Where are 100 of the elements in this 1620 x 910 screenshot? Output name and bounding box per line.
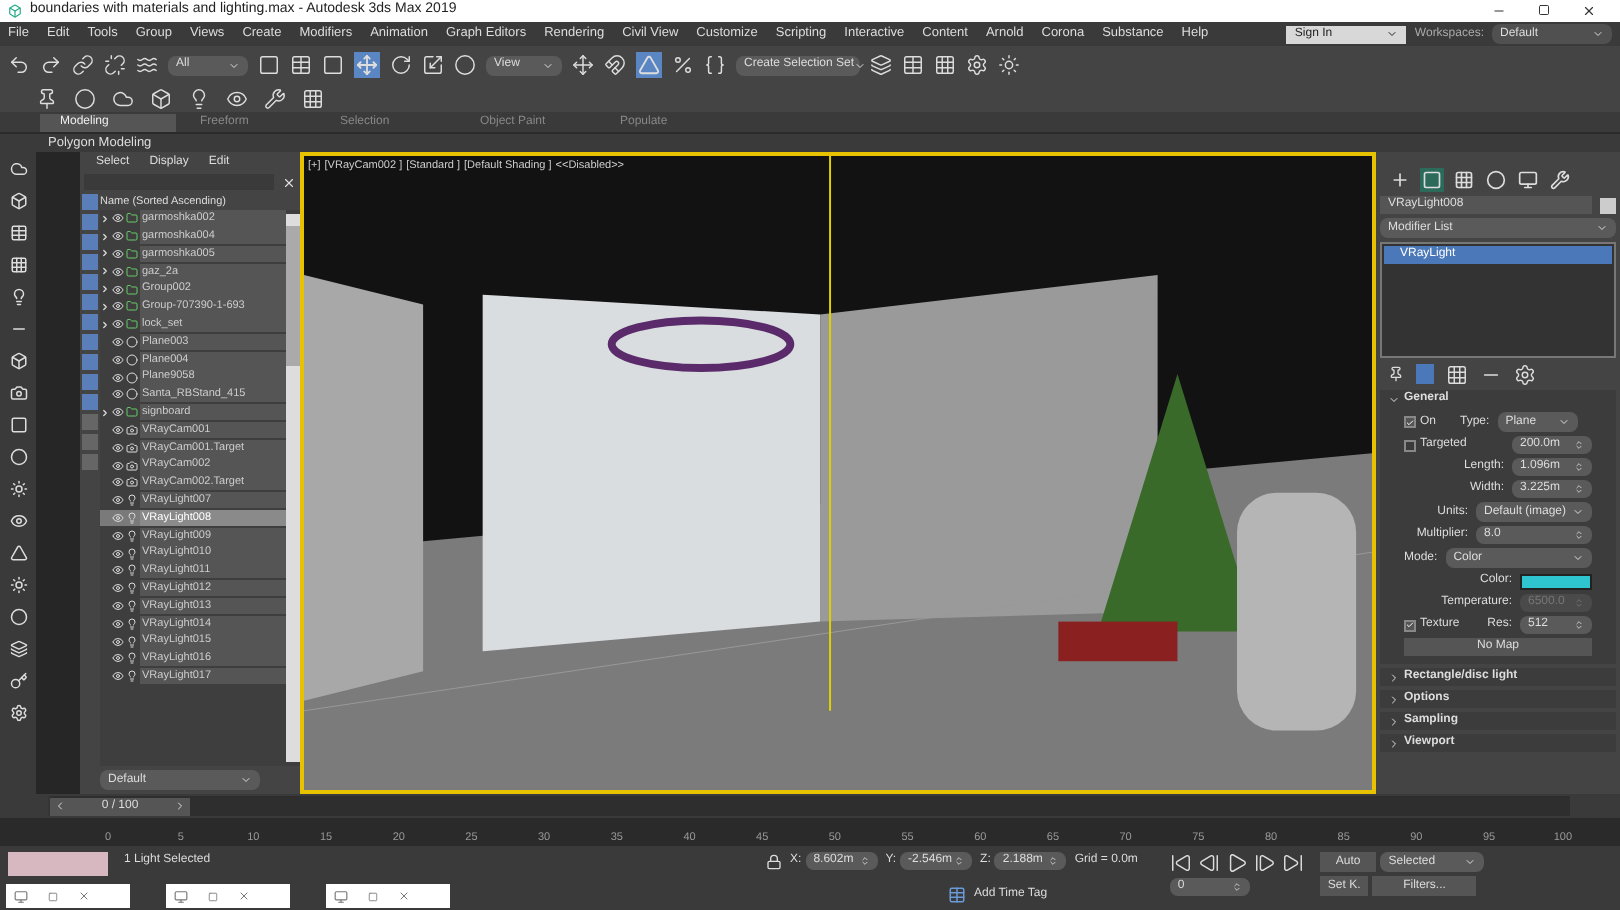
minimize-icon[interactable] — [1492, 4, 1506, 18]
spinner-icon[interactable] — [1574, 440, 1584, 450]
visibility-eye-icon[interactable] — [112, 247, 124, 260]
redo-icon[interactable] — [40, 54, 62, 76]
lock-icon[interactable] — [766, 853, 783, 869]
pivot-icon[interactable] — [572, 54, 594, 76]
clear-icon[interactable] — [282, 175, 296, 189]
visibility-eye-icon[interactable] — [112, 283, 124, 296]
next-icon[interactable] — [173, 800, 186, 812]
grid-icon[interactable] — [934, 54, 956, 76]
list-icon[interactable] — [290, 54, 312, 76]
spinner-icon[interactable] — [1574, 462, 1584, 472]
previous-frame-icon[interactable] — [1197, 852, 1220, 874]
close-icon[interactable] — [1582, 4, 1596, 18]
create-tool-icon[interactable] — [9, 160, 27, 178]
create-tool-icon[interactable] — [9, 224, 27, 242]
visibility-eye-icon[interactable] — [112, 318, 124, 331]
visibility-eye-icon[interactable] — [112, 265, 124, 278]
previous-icon[interactable] — [54, 800, 66, 812]
visibility-eye-icon[interactable] — [112, 335, 124, 348]
create-tool-icon[interactable] — [9, 192, 27, 210]
select-icon[interactable] — [258, 54, 280, 76]
bulb-icon[interactable] — [188, 87, 210, 109]
move-button[interactable] — [354, 52, 380, 78]
hierarchy-tab[interactable] — [1452, 168, 1476, 192]
create-tool-icon[interactable] — [9, 672, 27, 690]
wrench-icon[interactable] — [264, 87, 286, 109]
undo-icon[interactable] — [8, 54, 30, 76]
visibility-eye-icon[interactable] — [112, 547, 124, 560]
placement-icon[interactable] — [454, 54, 476, 76]
visibility-eye-icon[interactable] — [112, 529, 124, 542]
create-tool-icon[interactable] — [9, 384, 27, 402]
braces-icon[interactable] — [704, 54, 726, 76]
snap-icon[interactable] — [604, 54, 626, 76]
angle-snap-button[interactable] — [636, 52, 662, 78]
checkbox[interactable] — [1404, 439, 1416, 451]
create-tool-icon[interactable] — [9, 544, 27, 562]
unlink-icon[interactable] — [104, 54, 126, 76]
utilities-tab[interactable] — [1548, 168, 1572, 192]
next-frame-icon[interactable] — [1253, 852, 1276, 874]
create-tool-icon[interactable] — [9, 480, 27, 498]
visibility-eye-icon[interactable] — [112, 599, 124, 612]
checkbox[interactable] — [1404, 416, 1416, 428]
visibility-eye-icon[interactable] — [112, 670, 124, 683]
create-tool-icon[interactable] — [9, 352, 27, 370]
spinner-icon[interactable] — [1231, 882, 1242, 892]
create-tool-icon[interactable] — [9, 640, 27, 658]
visibility-eye-icon[interactable] — [112, 300, 124, 313]
visibility-eye-icon[interactable] — [112, 459, 124, 472]
region-icon[interactable] — [322, 54, 344, 76]
color-swatch[interactable] — [1520, 573, 1592, 589]
create-tool-icon[interactable] — [9, 608, 27, 626]
percent-snap-icon[interactable] — [672, 54, 694, 76]
pin-icon[interactable] — [36, 87, 58, 109]
visibility-eye-icon[interactable] — [112, 388, 124, 401]
spinner-icon[interactable] — [1574, 620, 1584, 630]
render-setup-icon[interactable] — [966, 54, 988, 76]
collapse-icon[interactable] — [1388, 393, 1400, 405]
spinner-icon[interactable] — [1574, 530, 1584, 540]
go-to-end-icon[interactable] — [1281, 852, 1304, 874]
visibility-eye-icon[interactable] — [112, 423, 124, 436]
create-tool-icon[interactable] — [9, 576, 27, 594]
visibility-eye-icon[interactable] — [112, 371, 124, 384]
modify-tab[interactable] — [1420, 168, 1444, 192]
visibility-eye-icon[interactable] — [112, 617, 124, 630]
create-tool-icon[interactable] — [9, 288, 27, 306]
configure-icon[interactable] — [1514, 363, 1536, 385]
create-tool-icon[interactable] — [9, 704, 27, 722]
make-unique-icon[interactable] — [1446, 363, 1468, 385]
visibility-eye-icon[interactable] — [112, 230, 124, 243]
spinner-icon[interactable] — [954, 856, 965, 866]
eye-icon[interactable] — [226, 87, 248, 109]
wave-icon[interactable] — [136, 54, 158, 76]
scale-icon[interactable] — [422, 54, 444, 76]
grid-icon[interactable] — [302, 87, 324, 109]
visibility-eye-icon[interactable] — [112, 564, 124, 577]
link-icon[interactable] — [72, 54, 94, 76]
time-tag-icon[interactable] — [948, 886, 966, 904]
point-icon[interactable] — [74, 87, 96, 109]
visibility-eye-icon[interactable] — [112, 511, 124, 524]
create-tab[interactable] — [1388, 168, 1412, 192]
maximize-icon[interactable] — [1538, 4, 1550, 16]
spinner-icon[interactable] — [1574, 484, 1584, 494]
visibility-eye-icon[interactable] — [112, 635, 124, 648]
object-color-swatch[interactable] — [1600, 197, 1616, 213]
pin-icon[interactable] — [1388, 366, 1404, 382]
go-to-start-icon[interactable] — [1169, 852, 1192, 874]
scrollbar[interactable] — [286, 214, 300, 762]
visibility-eye-icon[interactable] — [112, 476, 124, 489]
spinner-icon[interactable] — [1048, 856, 1059, 866]
table-icon[interactable] — [902, 54, 924, 76]
checkbox[interactable] — [1404, 619, 1416, 631]
render-icon[interactable] — [998, 54, 1020, 76]
rotate-icon[interactable] — [390, 54, 412, 76]
layers-icon[interactable] — [870, 54, 892, 76]
play-icon[interactable] — [1225, 852, 1248, 874]
create-tool-icon[interactable] — [9, 512, 27, 530]
visibility-eye-icon[interactable] — [112, 582, 124, 595]
visibility-eye-icon[interactable] — [112, 212, 124, 225]
visibility-eye-icon[interactable] — [112, 353, 124, 366]
